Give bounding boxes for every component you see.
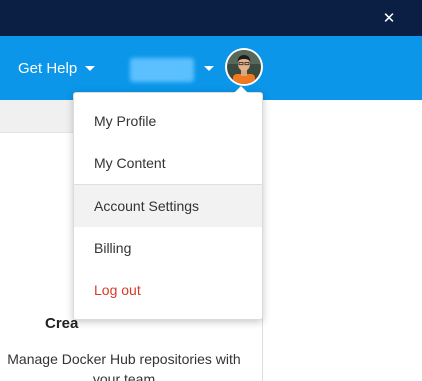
- right-pane: [263, 100, 422, 381]
- menu-item-my-content[interactable]: My Content: [74, 142, 262, 184]
- username-button[interactable]: [130, 58, 194, 82]
- app-window: ✕ Get Help Crea Manage Docker Hub reposi…: [0, 0, 422, 381]
- close-icon[interactable]: ✕: [380, 8, 398, 28]
- window-titlebar: ✕: [0, 0, 422, 36]
- user-avatar[interactable]: [225, 48, 263, 86]
- user-menu-chevron-down-icon[interactable]: [204, 66, 214, 71]
- top-navbar: Get Help: [0, 36, 422, 100]
- user-avatar-icon: [227, 50, 261, 84]
- card-description: Manage Docker Hub repositories with your…: [7, 351, 241, 381]
- menu-item-my-profile[interactable]: My Profile: [74, 100, 262, 142]
- user-dropdown-menu: My Profile My Content Account Settings B…: [73, 86, 263, 320]
- menu-item-billing[interactable]: Billing: [74, 227, 262, 269]
- get-help-menu-button[interactable]: Get Help: [18, 36, 96, 100]
- menu-item-account-settings[interactable]: Account Settings: [74, 185, 262, 227]
- chevron-down-icon: [85, 65, 96, 71]
- get-help-label: Get Help: [18, 59, 78, 77]
- menu-item-log-out[interactable]: Log out: [74, 269, 262, 311]
- menu-group-top: My Profile My Content: [74, 93, 262, 184]
